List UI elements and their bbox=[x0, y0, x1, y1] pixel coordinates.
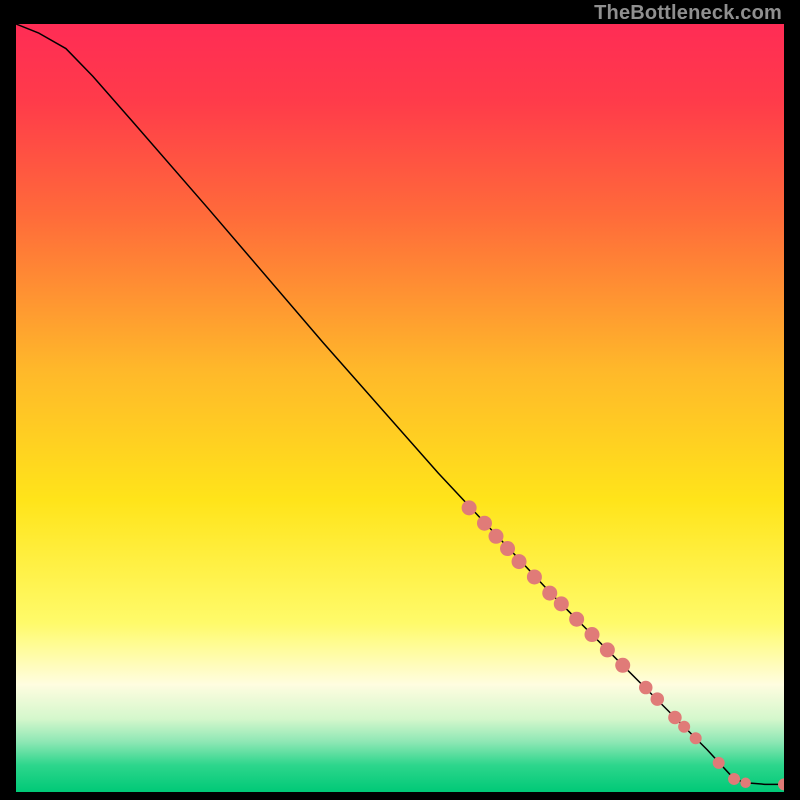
data-marker bbox=[554, 596, 569, 611]
data-marker bbox=[527, 569, 542, 584]
plot-background bbox=[16, 24, 784, 792]
data-marker bbox=[668, 711, 682, 725]
data-marker bbox=[542, 586, 557, 601]
attribution-text: TheBottleneck.com bbox=[594, 2, 782, 25]
data-marker bbox=[477, 516, 492, 531]
data-marker bbox=[569, 612, 584, 627]
data-marker bbox=[462, 500, 477, 515]
chart-stage: TheBottleneck.com bbox=[0, 0, 800, 800]
data-marker bbox=[600, 642, 615, 657]
data-marker bbox=[615, 658, 630, 673]
data-marker bbox=[713, 757, 725, 769]
data-marker bbox=[678, 721, 690, 733]
data-marker bbox=[585, 627, 600, 642]
data-marker bbox=[639, 681, 653, 695]
data-marker bbox=[728, 773, 740, 785]
data-marker bbox=[740, 778, 751, 789]
data-marker bbox=[512, 554, 527, 569]
data-marker bbox=[500, 541, 515, 556]
bottleneck-chart bbox=[16, 24, 784, 792]
data-marker bbox=[690, 732, 702, 744]
data-marker bbox=[489, 529, 504, 544]
data-marker bbox=[651, 692, 665, 706]
